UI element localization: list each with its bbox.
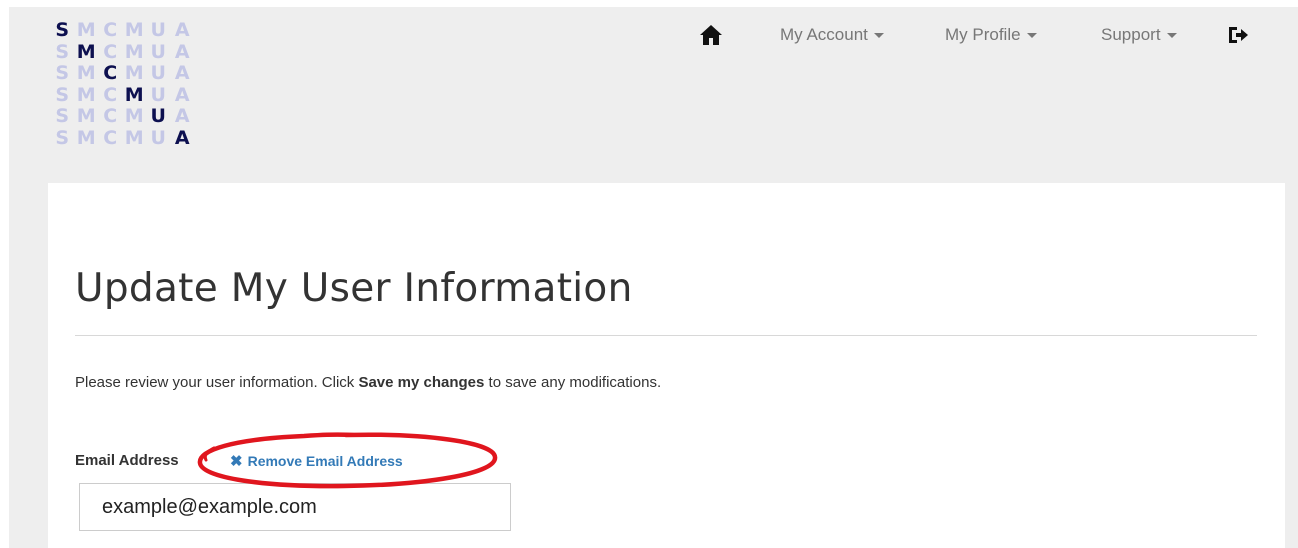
logo-row: SMCMUA — [50, 105, 194, 128]
logo-letter: U — [150, 40, 166, 63]
remove-email-link[interactable]: ✖ Remove Email Address — [230, 451, 403, 472]
logo-letter: M — [124, 40, 144, 63]
close-icon: ✖ — [230, 453, 243, 470]
content-panel: Update My User Information Please review… — [48, 183, 1285, 548]
logo-letter: A — [174, 19, 190, 41]
logo-letter: A — [174, 105, 190, 127]
intro-text-before: Please review your user information. Cli… — [75, 374, 359, 391]
nav-support-label: Support — [1101, 25, 1161, 44]
logo-letter: M — [76, 105, 96, 127]
smcmua-logo[interactable]: SMCMUASMCMUASMCMUASMCMUASMCMUASMCMUA — [50, 19, 194, 150]
intro-text: Please review your user information. Cli… — [75, 373, 661, 393]
intro-text-after: to save any modifications. — [484, 374, 662, 391]
logo-letter: M — [76, 126, 96, 149]
logo-letter: A — [174, 62, 190, 84]
page-title: Update My User Information — [75, 266, 633, 311]
logo-letter: C — [103, 105, 117, 127]
intro-text-bold: Save my changes — [358, 374, 485, 391]
logo-letter: U — [150, 19, 166, 41]
logo-letter: S — [55, 126, 69, 149]
chevron-down-icon — [1026, 33, 1037, 39]
page: SMCMUASMCMUASMCMUASMCMUASMCMUASMCMUA My … — [0, 0, 1298, 548]
logo-letter: M — [76, 40, 96, 63]
chevron-down-icon — [1166, 33, 1177, 39]
logo-letter: M — [124, 62, 144, 84]
logo-letter: S — [55, 83, 69, 106]
email-address-label: Email Address — [75, 452, 179, 469]
logo-letter: M — [124, 83, 144, 106]
nav-my-account-label: My Account — [780, 25, 868, 44]
logo-letter: S — [55, 62, 69, 84]
logo-letter: C — [103, 83, 117, 106]
logo-letter: M — [76, 62, 96, 84]
remove-email-label: Remove Email Address — [247, 453, 403, 469]
logo-row: SMCMUA — [50, 83, 194, 107]
logo-letter: A — [174, 40, 190, 63]
logout-icon[interactable] — [1226, 23, 1250, 47]
logo-letter: M — [124, 105, 144, 127]
logo-letter: S — [55, 105, 69, 127]
home-icon[interactable] — [699, 23, 723, 47]
logo-letter: C — [103, 126, 117, 149]
logo-letter: M — [124, 19, 144, 41]
nav-support[interactable]: Support — [1101, 24, 1177, 46]
nav-my-account[interactable]: My Account — [780, 24, 884, 46]
logo-row: SMCMUA — [50, 126, 194, 150]
logo-letter: C — [103, 19, 117, 41]
logo-letter: M — [76, 19, 96, 41]
logo-letter: C — [103, 62, 117, 84]
logo-letter: A — [174, 83, 190, 106]
logo-letter: C — [103, 40, 117, 63]
logo-letter: M — [124, 126, 144, 149]
logo-row: SMCMUA — [50, 19, 194, 42]
logo-row: SMCMUA — [50, 40, 194, 64]
logo-letter: U — [150, 105, 166, 127]
nav-my-profile-label: My Profile — [945, 25, 1021, 44]
logo-letter: U — [150, 62, 166, 84]
logo-letter: S — [55, 40, 69, 63]
logo-letter: U — [150, 83, 166, 106]
logo-letter: A — [174, 126, 190, 149]
logo-row: SMCMUA — [50, 62, 194, 85]
logo-letter: U — [150, 126, 166, 149]
chevron-down-icon — [873, 33, 884, 39]
logo-letter: S — [55, 19, 69, 41]
logo-letter: M — [76, 83, 96, 106]
email-field[interactable] — [79, 483, 511, 531]
nav-my-profile[interactable]: My Profile — [945, 24, 1037, 46]
title-divider — [75, 335, 1257, 336]
